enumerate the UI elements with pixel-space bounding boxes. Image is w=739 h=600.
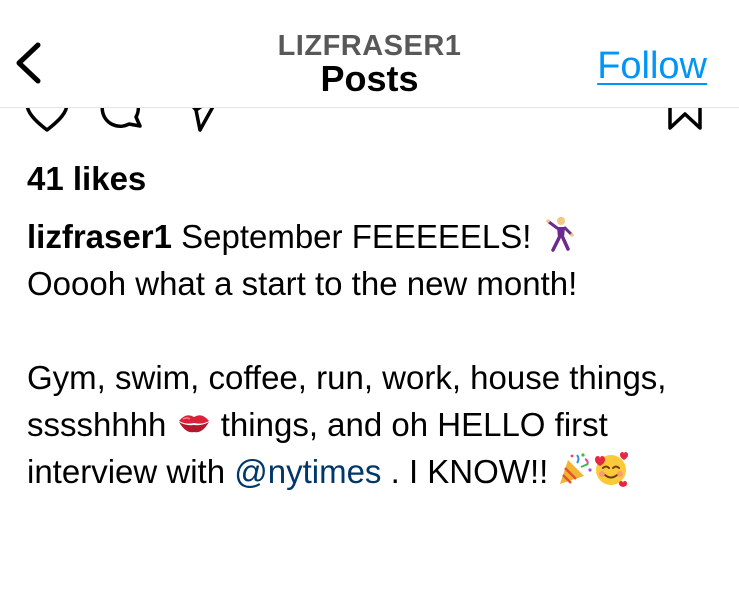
kiss-lips-emoji-icon <box>176 404 212 440</box>
caption-text: September FEEEEELS! <box>171 218 541 255</box>
caption-paragraph-2: Gym, swim, coffee, run, work, house thin… <box>27 354 717 495</box>
top-navigation-bar: LIZFRASER1 Posts Follow <box>0 0 739 108</box>
caption-text: Ooooh what a start to the new month! <box>27 265 578 302</box>
party-popper-emoji-icon <box>557 451 593 487</box>
dancing-man-emoji-icon <box>541 216 577 252</box>
caption-text: . I KNOW!! <box>381 453 558 490</box>
mention-link[interactable]: @nytimes <box>234 453 381 490</box>
likes-count[interactable]: 41 likes <box>27 160 146 198</box>
follow-button[interactable]: Follow <box>597 45 707 88</box>
post-caption: lizfraser1 September FEEEEELS! Ooooh wha… <box>27 213 717 495</box>
caption-paragraph-1: lizfraser1 September FEEEEELS! Ooooh wha… <box>27 213 717 307</box>
smiling-face-with-hearts-emoji-icon <box>593 451 629 487</box>
caption-author-username[interactable]: lizfraser1 <box>27 218 172 255</box>
